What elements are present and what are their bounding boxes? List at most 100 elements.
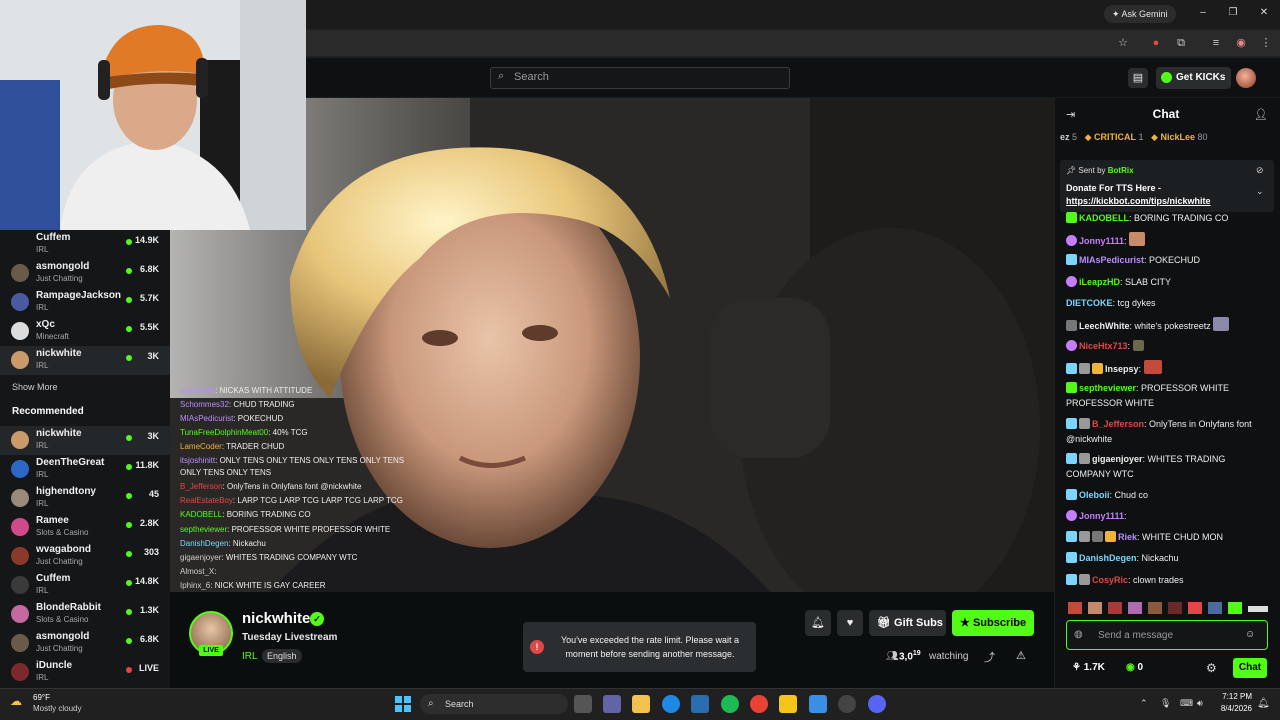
user-avatar[interactable] [1236,68,1256,88]
chat-username[interactable]: NiceHtx713 [1079,341,1128,351]
language-tag[interactable]: English [262,649,302,663]
chat-settings-icon[interactable]: ⚙ [1206,661,1217,675]
chat-username[interactable]: CosyRic [1092,575,1128,585]
chat-username[interactable]: KADOBELL [1079,213,1129,223]
get-kicks-button[interactable]: Get KICKs [1156,67,1232,89]
chat-text: : clown trades [1128,575,1184,585]
emote-bar[interactable] [1066,600,1270,616]
tray-overflow-icon[interactable]: ⌃ [1140,698,1148,709]
sidebar-channel-active[interactable]: nickwhite IRL 3K [0,426,170,455]
task-view-icon[interactable] [574,695,592,713]
pinned-sent-by: Sent by [1078,166,1106,175]
edge-icon[interactable] [662,695,680,713]
sidebar-channel[interactable]: iDuncle IRL LIVE [0,658,170,687]
store-icon[interactable] [691,695,709,713]
chat-username[interactable]: gigaenjoyer [1092,454,1143,464]
chat-username[interactable]: Oleboii [1079,490,1110,500]
chat-message: CosyRic: clown trades [1066,573,1270,588]
minimize-icon[interactable]: – [1193,5,1213,21]
channel-points[interactable]: ◉ 0 [1126,662,1143,673]
channel-category: Just Chatting [36,557,83,566]
streamer-name[interactable]: nickwhite [242,610,310,627]
chat-username[interactable]: DIETCOKE [1066,298,1113,308]
chat-username[interactable]: DanishDegen [1079,553,1137,563]
chat-users-icon[interactable]: 👤︎ [1254,108,1268,121]
stream-title: Tuesday Livestream [242,632,338,643]
chrome-icon[interactable] [750,695,768,713]
ask-gemini-button[interactable]: ✦ Ask Gemini [1104,5,1176,23]
taskbar-search[interactable] [420,694,568,714]
file-explorer-icon[interactable] [632,695,650,713]
clock-time[interactable]: 7:12 PM [1222,692,1252,701]
sidebar-channel[interactable]: asmongold Just Chatting 6.8K [0,629,170,658]
channel-category: IRL [36,673,49,682]
microphone-icon[interactable]: 🎙︎ [1160,698,1171,709]
category-link[interactable]: IRL [242,651,258,662]
weather-temp[interactable]: 69°F [33,693,50,702]
discord-icon[interactable] [868,695,886,713]
profile-icon[interactable]: ◉ [1233,35,1249,51]
notification-bell-button[interactable]: 🔔︎ [805,610,831,636]
windows-start-icon[interactable] [395,696,411,712]
report-icon[interactable]: ⚠ [1016,649,1026,662]
sidebar-channel[interactable]: RampageJackson IRL 5.7K [0,288,170,317]
show-more-link[interactable]: Show More [12,382,58,392]
chat-username[interactable]: Insepsy [1105,364,1139,374]
chat-username[interactable]: LeechWhite [1079,321,1130,331]
chat-send-button[interactable]: Chat [1233,658,1267,678]
bookmark-star-icon[interactable]: ☆ [1115,35,1131,51]
unpin-icon[interactable]: ⊘ [1256,165,1264,176]
notes-icon[interactable] [779,695,797,713]
share-icon[interactable]: ⤴ [984,649,995,665]
teams-icon[interactable] [603,695,621,713]
weather-icon[interactable]: ☁ [10,694,26,710]
photos-icon[interactable] [809,695,827,713]
error-icon: ! [530,640,544,654]
sidebar-channel[interactable]: BlondeRabbit Slots & Casino 1.3K [0,600,170,629]
channel-name: BlondeRabbit [36,602,101,613]
network-icon[interactable]: ⌨ [1180,698,1193,709]
sidebar-channel[interactable]: highendtony IRL 45 [0,484,170,513]
clock-date[interactable]: 8/4/2026 [1212,704,1252,713]
layout-icon[interactable]: ▤ [1128,68,1148,88]
chat-username[interactable]: Jonny1111 [1079,511,1124,521]
chat-username[interactable]: B_Jefferson [1092,419,1144,429]
chevron-down-icon[interactable]: ⌄ [1256,186,1264,197]
follow-button[interactable]: ♥ [837,610,863,636]
chat-username[interactable]: MIAsPedicurist [1079,255,1144,265]
sidebar-channel[interactable]: wvagabond Just Chatting 303 [0,542,170,571]
chat-username[interactable]: iLeapzHD [1079,277,1120,287]
restore-icon[interactable]: ❐ [1223,5,1243,21]
notification-icon[interactable]: 🔔︎ [1257,698,1270,709]
extensions-icon[interactable]: ⧉ [1173,35,1189,51]
close-icon[interactable]: ✕ [1254,5,1274,21]
channel-category: IRL [36,499,49,508]
collapse-chat-icon[interactable]: ⇥ [1066,108,1075,121]
pinned-link[interactable]: https://kickbot.com/tips/nickwhite [1066,196,1211,206]
volume-icon[interactable]: 🔊︎ [1197,698,1203,709]
channel-category: Just Chatting [36,274,83,283]
sidebar-channel[interactable]: asmongold Just Chatting 6.8K [0,259,170,288]
spotify-icon[interactable] [721,695,739,713]
chat-identity-icon[interactable]: ◍ [1074,629,1083,640]
obs-icon[interactable] [838,695,856,713]
extension-red-icon[interactable]: ● [1148,35,1164,51]
sidebar-channel[interactable]: Ramee Slots & Casino 2.8K [0,513,170,542]
chat-username[interactable]: Riek [1118,532,1137,542]
chat-username[interactable]: septheviewer [1079,383,1136,393]
sidebar-channel-active[interactable]: nickwhite IRL 3K [0,346,170,375]
address-bar[interactable] [306,30,1280,56]
live-dot [126,667,132,673]
sidebar-channel[interactable]: Cuffem IRL 14.8K [0,571,170,600]
emoji-icon[interactable]: ☺ [1245,629,1255,640]
weather-desc[interactable]: Mostly cloudy [33,704,81,713]
browser-menu-icon[interactable]: ⋮ [1258,35,1274,51]
sidebar-channel[interactable]: xQc Minecraft 5.5K [0,317,170,346]
media-control-icon[interactable]: ≡ [1208,35,1224,51]
subscribe-button[interactable]: ★ Subscribe [952,610,1034,636]
gift-subs-button[interactable]: 🎁︎ Gift Subs [869,610,946,636]
badge-icon [1066,235,1077,246]
sidebar-channel[interactable]: Cuffem IRL 14.9K [0,230,170,259]
sidebar-channel[interactable]: DeenTheGreat IRL 11.8K [0,455,170,484]
chat-username[interactable]: Jonny1111 [1079,236,1124,246]
